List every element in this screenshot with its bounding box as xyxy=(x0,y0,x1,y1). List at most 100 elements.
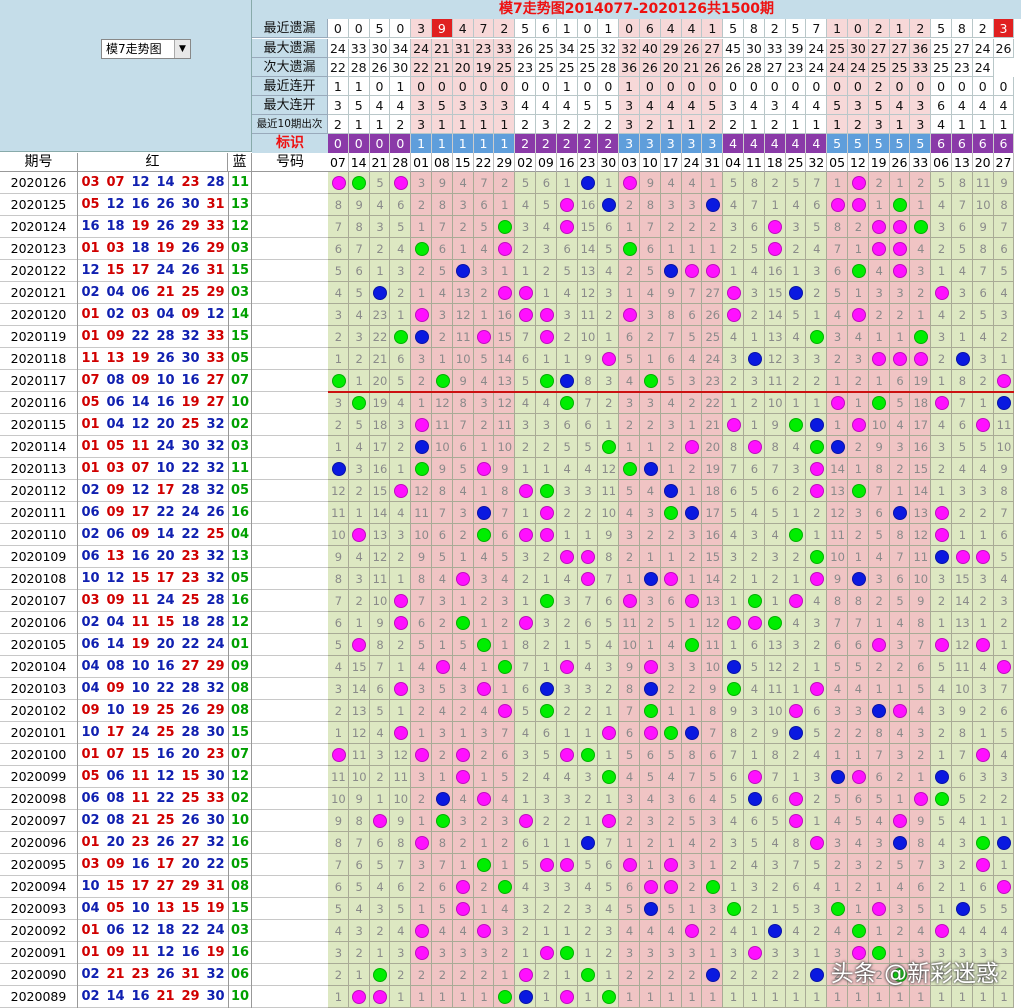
omission-count: 2 xyxy=(979,792,987,806)
omission-count: 2 xyxy=(1000,330,1008,344)
number-ball xyxy=(893,506,908,520)
omission-count: 4 xyxy=(521,880,530,894)
omission-count: 2 xyxy=(480,748,488,762)
issue-number: 2020107 xyxy=(0,590,78,612)
omission-count: 6 xyxy=(563,242,571,256)
red-number: 27 xyxy=(181,659,200,674)
omission-count: 1 xyxy=(584,946,592,960)
omission-count: 3 xyxy=(605,286,613,300)
omission-count: 4 xyxy=(438,572,447,586)
omission-count: 7 xyxy=(605,572,613,586)
stat-cell: 5 xyxy=(785,19,807,38)
column-number: 16 xyxy=(556,153,578,172)
red-number: 10 xyxy=(81,571,100,586)
omission-count: 3 xyxy=(667,946,675,960)
number-ball xyxy=(518,968,533,982)
red-number: 29 xyxy=(181,219,200,234)
omission-count: 5 xyxy=(521,858,530,872)
omission-count: 7 xyxy=(688,286,696,300)
red-number: 32 xyxy=(206,483,225,498)
omission-count: 1 xyxy=(480,440,488,454)
stat-cell: 2 xyxy=(328,115,349,134)
omission-count: 2 xyxy=(605,396,613,410)
omission-count: 3 xyxy=(563,682,571,696)
chevron-down-icon[interactable]: ▼ xyxy=(174,40,190,58)
omission-count: 3 xyxy=(896,638,904,652)
omission-count: 16 xyxy=(767,264,783,278)
number-ball xyxy=(518,814,533,828)
omission-count: 5 xyxy=(625,748,634,762)
omission-count: 5 xyxy=(917,682,925,696)
omission-count: 5 xyxy=(833,286,842,300)
omission-count: 4 xyxy=(792,330,800,344)
chart-type-select[interactable]: 模7走势图 ▼ xyxy=(101,39,191,59)
tag-cell: 0 xyxy=(348,134,370,153)
number-ball xyxy=(705,968,720,982)
omission-count: 6 xyxy=(355,264,363,278)
omission-count: 8 xyxy=(646,198,655,212)
omission-count: 1 xyxy=(667,242,675,256)
stat-cell: 21 xyxy=(432,58,453,77)
omission-count: 8 xyxy=(355,220,363,234)
omission-count: 6 xyxy=(979,880,987,894)
omission-count: 2 xyxy=(376,924,384,938)
omission-count: 13 xyxy=(767,638,783,652)
omission-count: 1 xyxy=(646,638,655,652)
omission-count: 2 xyxy=(917,748,925,762)
number-ball xyxy=(477,924,492,938)
omission-count: 2 xyxy=(397,286,405,300)
omission-count: 3 xyxy=(397,946,405,960)
omission-count: 7 xyxy=(521,660,530,674)
omission-count: 5 xyxy=(501,550,509,564)
omission-count: 1 xyxy=(854,242,863,256)
omission-count: 4 xyxy=(563,286,571,300)
red-number: 19 xyxy=(131,351,150,366)
table-row: 2020100 01 07 15 16 20 23 07 xyxy=(0,744,328,766)
red-number: 04 xyxy=(81,681,100,696)
omission-count: 3 xyxy=(750,704,759,718)
omission-count: 7 xyxy=(958,748,967,762)
omission-count: 6 xyxy=(376,836,384,850)
red-number: 23 xyxy=(181,571,200,586)
number-ball xyxy=(934,286,949,300)
red-number: 07 xyxy=(106,747,125,762)
red-number: 16 xyxy=(131,549,150,564)
omission-count: 6 xyxy=(896,374,904,388)
stat-cell: 3 xyxy=(619,96,640,115)
omission-count: 1 xyxy=(854,396,863,410)
omission-count: 3 xyxy=(937,572,946,586)
omission-count: 1 xyxy=(979,814,987,828)
column-number: 12 xyxy=(848,153,869,172)
omission-count: 9 xyxy=(438,176,447,190)
omission-count: 9 xyxy=(334,814,343,828)
omission-count: 4 xyxy=(896,726,904,740)
omission-count: 4 xyxy=(480,374,488,388)
omission-count: 3 xyxy=(688,660,696,674)
blue-number: 10 xyxy=(228,986,252,1008)
blue-number: 07 xyxy=(228,370,252,392)
omission-count: 1 xyxy=(542,660,551,674)
omission-count: 9 xyxy=(376,616,384,630)
table-row: 2020094 10 15 17 27 29 31 08 xyxy=(0,876,328,898)
omission-count: 9 xyxy=(355,198,363,212)
omission-count: 5 xyxy=(813,858,821,872)
number-ball xyxy=(809,968,824,982)
stat-cell: 27 xyxy=(889,39,911,58)
stat-cell: 3 xyxy=(910,96,932,115)
red-number: 19 xyxy=(131,637,150,652)
omission-count: 4 xyxy=(355,440,363,454)
stat-cell: 4 xyxy=(660,19,682,38)
red-number: 27 xyxy=(156,879,175,894)
omission-count: 2 xyxy=(813,924,821,938)
omission-count: 2 xyxy=(646,836,655,850)
omission-count: 2 xyxy=(750,902,759,916)
number-ball xyxy=(601,990,616,1004)
omission-count: 2 xyxy=(521,770,530,784)
omission-count: 3 xyxy=(459,198,467,212)
number-ball xyxy=(643,726,658,740)
omission-count: 2 xyxy=(501,836,509,850)
omission-count: 2 xyxy=(584,924,592,938)
red-number: 11 xyxy=(131,593,150,608)
number-ball xyxy=(934,638,949,652)
omission-count: 2 xyxy=(875,858,883,872)
